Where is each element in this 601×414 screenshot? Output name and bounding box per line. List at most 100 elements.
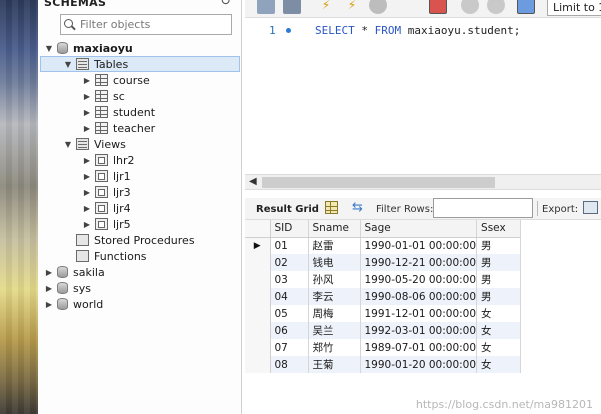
cell-sname[interactable]: 郑竹 [308, 339, 361, 356]
cell-sage[interactable]: 1990-01-01 00:00:00 [360, 237, 478, 254]
cell-sid[interactable]: 05 [270, 305, 309, 322]
cell-sage[interactable]: 1991-12-01 00:00:00 [360, 305, 478, 322]
view-ljr5[interactable]: ▶ ljr5 [82, 216, 131, 232]
cell-sid[interactable]: 04 [270, 288, 309, 305]
limit-rows-select[interactable]: Limit to 10 [547, 0, 601, 16]
expand-arrow-icon[interactable]: ▶ [82, 108, 92, 117]
scrollbar-thumb[interactable] [262, 177, 495, 188]
cell-sage[interactable]: 1990-12-21 00:00:00 [360, 254, 478, 271]
table-row[interactable]: 03 孙风 1990-05-20 00:00:00 男 [245, 271, 522, 288]
expand-arrow-icon[interactable]: ▶ [82, 92, 92, 101]
cell-sage[interactable]: 1990-01-20 00:00:00 [360, 356, 478, 373]
expand-arrow-icon[interactable]: ▶ [82, 204, 92, 213]
toggle-stop-on-error-icon[interactable] [429, 0, 447, 14]
filter-objects-box[interactable] [60, 14, 232, 35]
views-folder[interactable]: ▼ Views [63, 136, 126, 152]
sql-editor[interactable]: 1 SELECT * FROM maxiaoyu.student; [245, 18, 601, 174]
column-header-sage[interactable]: Sage [360, 220, 478, 238]
expand-arrow-icon[interactable]: ▶ [44, 300, 54, 309]
autocommit-icon[interactable] [517, 0, 535, 14]
cell-sid[interactable]: 07 [270, 339, 309, 356]
commit-icon[interactable] [461, 0, 479, 14]
schema-world[interactable]: ▶ world [44, 296, 103, 312]
cell-sid[interactable]: 06 [270, 322, 309, 339]
filter-refresh-icon[interactable]: ⇆ [352, 200, 363, 215]
cell-sname[interactable]: 王菊 [308, 356, 361, 373]
expand-arrow-icon[interactable]: ▶ [44, 284, 54, 293]
cell-ssex[interactable]: 男 [476, 254, 522, 271]
column-header-ssex[interactable]: Ssex [476, 220, 522, 238]
view-lhr2[interactable]: ▶ lhr2 [82, 152, 135, 168]
table-student[interactable]: ▶ student [82, 104, 155, 120]
table-row[interactable]: 04 李云 1990-08-06 00:00:00 男 [245, 288, 522, 305]
stored-procedures-folder[interactable]: Stored Procedures [76, 232, 195, 248]
stop-icon[interactable] [369, 0, 387, 14]
save-icon[interactable] [283, 0, 301, 14]
expand-arrow-icon[interactable]: ▶ [82, 220, 92, 229]
expand-arrow-icon[interactable]: ▶ [82, 188, 92, 197]
tables-folder[interactable]: ▼ Tables [40, 56, 240, 72]
table-row[interactable]: 07 郑竹 1989-07-01 00:00:00 女 [245, 339, 522, 356]
view-ljr1[interactable]: ▶ ljr1 [82, 168, 131, 184]
sql-statement[interactable]: SELECT * FROM maxiaoyu.student; [315, 24, 520, 37]
table-row[interactable]: 06 吴兰 1992-03-01 00:00:00 女 [245, 322, 522, 339]
cell-ssex[interactable]: 男 [476, 271, 522, 288]
execute-lightning-icon[interactable]: ⚡ [317, 0, 335, 14]
cell-sname[interactable]: 钱电 [308, 254, 361, 271]
result-grid-tab[interactable]: Result Grid [256, 204, 319, 215]
expand-arrow-icon[interactable]: ▶ [82, 76, 92, 85]
table-row[interactable]: 08 王菊 1990-01-20 00:00:00 女 [245, 356, 522, 373]
cell-sage[interactable]: 1990-05-20 00:00:00 [360, 271, 478, 288]
open-file-icon[interactable] [257, 0, 275, 14]
expand-arrow-icon[interactable]: ▼ [44, 44, 54, 53]
cell-ssex[interactable]: 女 [476, 322, 522, 339]
grid-view-icon[interactable] [325, 201, 338, 214]
table-row[interactable]: 02 钱电 1990-12-21 00:00:00 男 [245, 254, 522, 271]
table-row[interactable]: ▶ 01 赵雷 1990-01-01 00:00:00 男 [245, 237, 522, 254]
filter-objects-input[interactable] [80, 18, 228, 31]
scroll-left-icon[interactable]: ◀ [249, 176, 257, 187]
refresh-icon[interactable]: ↻ [220, 0, 231, 9]
cell-sname[interactable]: 孙风 [308, 271, 361, 288]
cell-ssex[interactable]: 男 [476, 288, 522, 305]
schema-sys[interactable]: ▶ sys [44, 280, 91, 296]
editor-horizontal-scrollbar[interactable]: ◀ [245, 174, 601, 190]
expand-arrow-icon[interactable]: ▶ [82, 124, 92, 133]
expand-arrow-icon[interactable]: ▼ [63, 60, 73, 69]
cell-sname[interactable]: 李云 [308, 288, 361, 305]
schema-sakila[interactable]: ▶ sakila [44, 264, 105, 280]
cell-sage[interactable]: 1989-07-01 00:00:00 [360, 339, 478, 356]
expand-arrow-icon[interactable]: ▶ [44, 268, 54, 277]
cell-sname[interactable]: 吴兰 [308, 322, 361, 339]
cell-ssex[interactable]: 男 [476, 237, 522, 254]
cell-ssex[interactable]: 女 [476, 305, 522, 322]
rollback-icon[interactable] [487, 0, 505, 14]
cell-sid[interactable]: 02 [270, 254, 309, 271]
schema-maxiaoyu[interactable]: ▼ maxiaoyu [44, 40, 133, 56]
execute-current-icon[interactable]: ⚡ [343, 0, 361, 14]
table-sc[interactable]: ▶ sc [82, 88, 125, 104]
row-marker [245, 254, 271, 271]
functions-folder[interactable]: Functions [76, 248, 147, 264]
column-header-sname[interactable]: Sname [308, 220, 361, 238]
cell-sid[interactable]: 03 [270, 271, 309, 288]
filter-rows-input[interactable] [433, 198, 533, 218]
export-icon[interactable] [583, 201, 598, 214]
expand-arrow-icon[interactable]: ▶ [82, 172, 92, 181]
cell-sage[interactable]: 1992-03-01 00:00:00 [360, 322, 478, 339]
expand-arrow-icon[interactable]: ▼ [63, 140, 73, 149]
cell-sid[interactable]: 08 [270, 356, 309, 373]
view-ljr3[interactable]: ▶ ljr3 [82, 184, 131, 200]
cell-ssex[interactable]: 女 [476, 339, 522, 356]
table-course[interactable]: ▶ course [82, 72, 150, 88]
column-header-sid[interactable]: SID [270, 220, 309, 238]
cell-sname[interactable]: 赵雷 [308, 237, 361, 254]
table-row[interactable]: 05 周梅 1991-12-01 00:00:00 女 [245, 305, 522, 322]
cell-sname[interactable]: 周梅 [308, 305, 361, 322]
cell-ssex[interactable]: 女 [476, 356, 522, 373]
cell-sage[interactable]: 1990-08-06 00:00:00 [360, 288, 478, 305]
cell-sid[interactable]: 01 [270, 237, 309, 254]
table-teacher[interactable]: ▶ teacher [82, 120, 155, 136]
expand-arrow-icon[interactable]: ▶ [82, 156, 92, 165]
view-ljr4[interactable]: ▶ ljr4 [82, 200, 131, 216]
